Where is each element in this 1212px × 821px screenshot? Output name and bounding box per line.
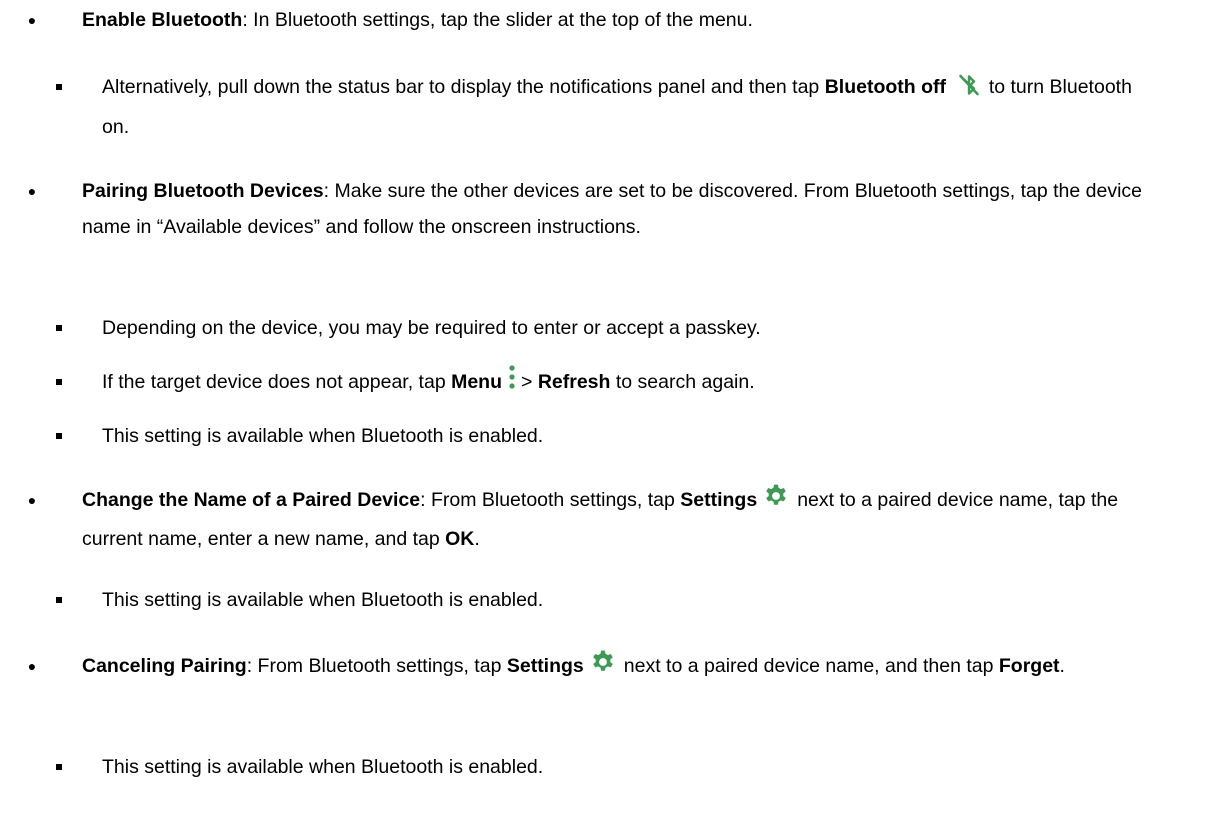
bullet-marker: ● <box>27 183 37 199</box>
sub-bullet-alternatively: Alternatively, pull down the status bar … <box>56 69 1162 145</box>
square-bullet-marker <box>56 764 62 770</box>
ok-label: OK <box>445 528 475 550</box>
text-cancel-end: . <box>1059 655 1065 677</box>
text-cancel-before: : From Bluetooth settings, tap <box>246 655 502 677</box>
text-alternatively: Alternatively, pull down the status bar … <box>102 76 820 98</box>
term-enable-bluetooth: Enable Bluetooth <box>82 9 243 31</box>
bullet-marker: ● <box>27 658 37 674</box>
text-rename-note: This setting is available when Bluetooth… <box>102 589 544 611</box>
settings-gear-icon <box>590 649 616 687</box>
menu-label: Menu <box>451 371 503 393</box>
text-refresh-before: If the target device does not appear, ta… <box>102 371 446 393</box>
bullet-marker: ● <box>27 492 37 508</box>
menu-separator: > <box>521 371 533 393</box>
settings-gear-icon <box>763 483 789 521</box>
text-pairing-note: This setting is available when Bluetooth… <box>102 425 544 447</box>
bullet-canceling-pairing: ● Canceling Pairing: From Bluetooth sett… <box>28 648 1162 687</box>
text-refresh-after: to search again. <box>615 371 755 393</box>
bullet-enable-bluetooth: ● Enable Bluetooth: In Bluetooth setting… <box>28 2 1162 38</box>
term-canceling-pairing: Canceling Pairing <box>82 655 247 677</box>
settings-label: Settings <box>506 655 584 677</box>
square-bullet-marker <box>56 84 62 90</box>
text-cancel-note: This setting is available when Bluetooth… <box>102 756 544 778</box>
square-bullet-marker <box>56 325 62 331</box>
document-page: ● Enable Bluetooth: In Bluetooth setting… <box>0 0 1212 821</box>
sub-bullet-cancel-note: This setting is available when Bluetooth… <box>56 749 1162 785</box>
overflow-menu-icon <box>508 364 516 402</box>
term-change-name: Change the Name of a Paired Device <box>82 489 421 511</box>
sub-bullet-rename-note: This setting is available when Bluetooth… <box>56 582 1162 618</box>
bullet-marker: ● <box>27 12 37 28</box>
sub-bullet-refresh: If the target device does not appear, ta… <box>56 364 1162 402</box>
sub-bullet-passkey: Depending on the device, you may be requ… <box>56 310 1162 346</box>
text-enable-bluetooth: : In Bluetooth settings, tap the slider … <box>242 9 753 31</box>
refresh-label: Refresh <box>537 371 611 393</box>
text-cancel-after: next to a paired device name, and then t… <box>623 655 994 677</box>
bluetooth-off-icon <box>957 73 981 109</box>
bullet-change-name: ● Change the Name of a Paired Device: Fr… <box>28 482 1162 557</box>
bluetooth-off-label: Bluetooth off <box>824 76 946 98</box>
forget-label: Forget <box>998 655 1060 677</box>
bullet-pairing-bluetooth-devices: ● Pairing Bluetooth Devices: Make sure t… <box>28 173 1162 245</box>
square-bullet-marker <box>56 379 62 385</box>
square-bullet-marker <box>56 433 62 439</box>
text-rename-end: . <box>474 528 480 550</box>
sub-bullet-pairing-note: This setting is available when Bluetooth… <box>56 418 1162 454</box>
square-bullet-marker <box>56 597 62 603</box>
text-rename-before: : From Bluetooth settings, tap <box>420 489 675 511</box>
text-passkey: Depending on the device, you may be requ… <box>102 317 761 339</box>
settings-label: Settings <box>680 489 758 511</box>
term-pairing: Pairing Bluetooth Devices <box>82 180 324 202</box>
